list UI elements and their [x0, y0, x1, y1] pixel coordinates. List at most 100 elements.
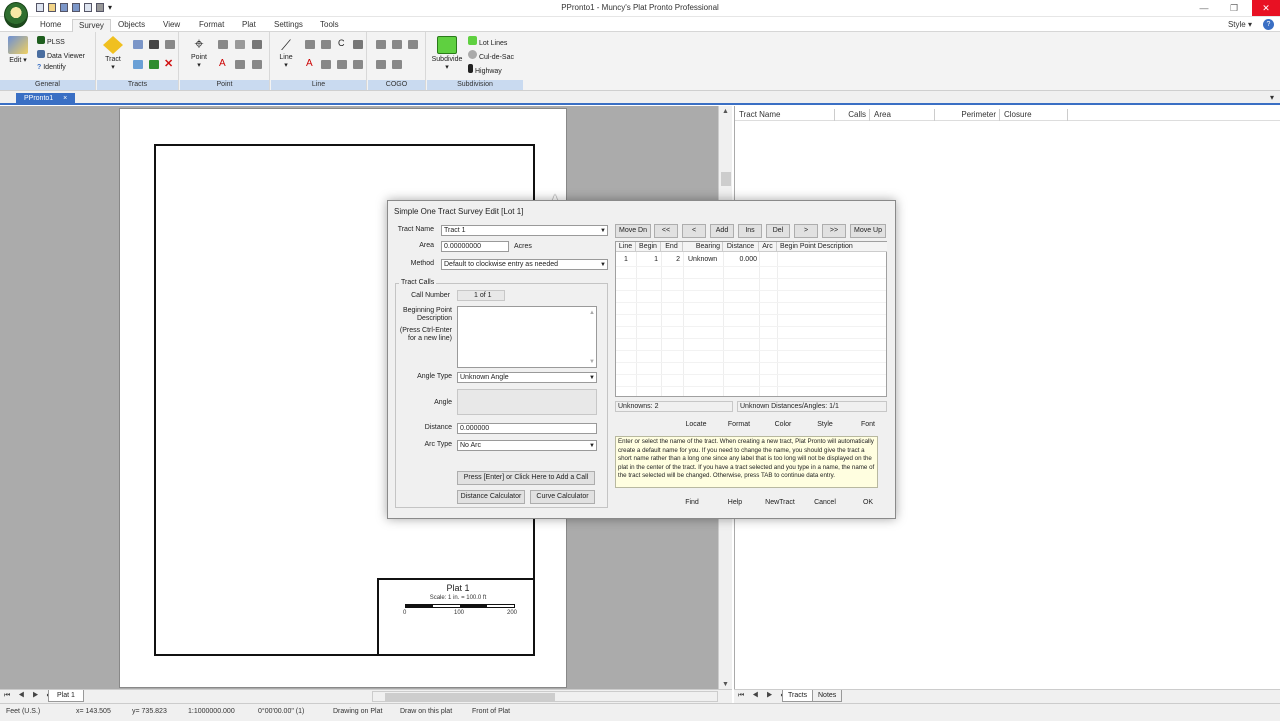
new-icon[interactable] — [36, 3, 44, 12]
grid-header-arc[interactable]: Arc — [759, 242, 777, 252]
tab-tools[interactable]: Tools — [314, 19, 345, 32]
chevron-down-icon[interactable]: ▼ — [600, 260, 606, 270]
delete-call-button[interactable]: Del — [766, 224, 790, 238]
calls-grid[interactable]: Line Begin End Bearing Distance Arc Begi… — [615, 241, 887, 397]
scroll-up-icon[interactable]: ▲ — [589, 308, 595, 318]
curve-calculator-button[interactable]: Curve Calculator — [530, 490, 595, 504]
tract-select-icon[interactable] — [149, 40, 159, 49]
canvas-horizontal-scrollbar[interactable] — [372, 691, 718, 702]
line-button[interactable]: ⟋ Line ▾ — [275, 36, 297, 69]
point-edit-icon[interactable] — [218, 40, 228, 49]
cogo-inverse-icon[interactable] — [392, 60, 402, 69]
save-as-icon[interactable] — [72, 3, 80, 12]
chevron-down-icon[interactable]: ▼ — [600, 226, 606, 236]
new-tract-button[interactable]: NewTract — [759, 496, 801, 510]
edit-button[interactable]: Edit ▾ — [8, 36, 28, 64]
tract-delete-icon[interactable]: ✕ — [164, 57, 173, 70]
move-up-button[interactable]: Move Up — [850, 224, 886, 238]
tab-tracts[interactable]: Tracts — [782, 690, 814, 702]
grid-header-end[interactable]: End — [661, 242, 683, 252]
next-call-button[interactable]: > — [794, 224, 818, 238]
grid-header-begin[interactable]: Begin — [636, 242, 661, 252]
line-dimension-icon[interactable] — [321, 60, 331, 69]
line-list-icon[interactable] — [353, 40, 363, 49]
tract-name-combobox[interactable]: Tract 1 ▼ — [441, 225, 608, 236]
tab-view[interactable]: View — [157, 19, 186, 32]
locate-button[interactable]: Locate — [678, 418, 714, 432]
add-call-button[interactable]: Press [Enter] or Click Here to Add a Cal… — [457, 471, 595, 485]
help-button[interactable]: Help — [717, 496, 753, 510]
tract-rotate-icon[interactable] — [133, 60, 143, 69]
move-down-button[interactable]: Move Dn — [615, 224, 651, 238]
column-area[interactable]: Area — [870, 109, 935, 121]
chevron-down-icon[interactable]: ▼ — [589, 441, 595, 451]
print-icon[interactable] — [96, 3, 104, 12]
angle-type-combobox[interactable]: Unknown Angle ▼ — [457, 372, 597, 383]
scroll-thumb[interactable] — [721, 172, 731, 186]
tab-home[interactable]: Home — [34, 19, 67, 32]
grid-header-line[interactable]: Line — [616, 242, 636, 252]
point-label-icon[interactable]: A — [219, 58, 226, 69]
document-tab[interactable]: PPronto1 × — [16, 93, 76, 105]
chevron-down-icon[interactable]: ▼ — [589, 373, 595, 383]
format-button[interactable]: Format — [721, 418, 757, 432]
cogo-curve-icon[interactable] — [376, 60, 386, 69]
cancel-button[interactable]: Cancel — [807, 496, 843, 510]
grid-header-distance[interactable]: Distance — [723, 242, 759, 252]
add-call-nav-button[interactable]: Add — [710, 224, 734, 238]
grid-header-description[interactable]: Begin Point Description — [777, 242, 887, 252]
column-closure[interactable]: Closure — [1000, 109, 1068, 121]
font-button[interactable]: Font — [850, 418, 886, 432]
grid-header-bearing[interactable]: Bearing — [683, 242, 723, 252]
arc-type-combobox[interactable]: No Arc ▼ — [457, 440, 597, 451]
cogo-offset-icon[interactable] — [392, 40, 402, 49]
tab-objects[interactable]: Objects — [112, 19, 151, 32]
tab-list-dropdown-icon[interactable]: ▾ — [1270, 93, 1274, 102]
scroll-down-icon[interactable]: ▼ — [722, 681, 729, 688]
ok-button[interactable]: OK — [851, 496, 885, 510]
tab-plat[interactable]: Plat — [236, 19, 262, 32]
tab-settings[interactable]: Settings — [268, 19, 309, 32]
distance-field[interactable]: 0.000000 — [457, 423, 597, 434]
scroll-down-icon[interactable]: ▼ — [589, 357, 595, 367]
close-tab-icon[interactable]: × — [63, 95, 67, 102]
beginning-point-description-textarea[interactable]: ▲ ▼ — [457, 306, 597, 368]
line-move-icon[interactable] — [321, 40, 331, 49]
tab-survey[interactable]: Survey — [72, 19, 111, 32]
print-preview-icon[interactable] — [84, 3, 92, 12]
lot-lines-button[interactable]: Lot Lines — [468, 36, 507, 47]
point-button[interactable]: ⌖ Point ▾ — [188, 36, 210, 69]
save-icon[interactable] — [60, 3, 68, 12]
minimize-button[interactable]: — — [1190, 0, 1218, 16]
tract-sort-icon[interactable] — [165, 40, 175, 49]
point-measure-icon[interactable] — [252, 60, 262, 69]
area-field[interactable]: 0.00000000 — [441, 241, 509, 252]
first-call-button[interactable]: << — [654, 224, 678, 238]
tract-add-icon[interactable] — [149, 60, 159, 69]
column-perimeter[interactable]: Perimeter — [935, 109, 1000, 121]
data-viewer-button[interactable]: Data Viewer — [37, 50, 85, 60]
restore-button[interactable]: ❐ — [1220, 0, 1248, 16]
color-button[interactable]: Color — [765, 418, 801, 432]
point-list-icon[interactable] — [252, 40, 262, 49]
column-tract-name[interactable]: Tract Name — [735, 109, 835, 121]
line-bearing-icon[interactable] — [353, 60, 363, 69]
column-calls[interactable]: Calls — [835, 109, 870, 121]
cul-de-sac-button[interactable]: Cul-de-Sac — [468, 50, 514, 61]
point-dimension-icon[interactable] — [235, 60, 245, 69]
line-edit-icon[interactable] — [305, 40, 315, 49]
style-button[interactable]: Style — [807, 418, 843, 432]
point-move-icon[interactable] — [235, 40, 245, 49]
style-menu[interactable]: Style ▾ — [1228, 20, 1252, 29]
line-label-icon[interactable]: A — [306, 58, 313, 69]
plss-button[interactable]: PLSS — [37, 36, 65, 46]
hscroll-thumb[interactable] — [385, 693, 555, 701]
app-logo-icon[interactable] — [4, 2, 28, 28]
cogo-traverse-icon[interactable] — [408, 40, 418, 49]
find-button[interactable]: Find — [674, 496, 710, 510]
cogo-intersect-icon[interactable] — [376, 40, 386, 49]
close-button[interactable]: ✕ — [1252, 0, 1280, 16]
insert-call-button[interactable]: Ins — [738, 224, 762, 238]
identify-button[interactable]: ? Identify — [37, 64, 66, 71]
tract-edit-icon[interactable] — [133, 40, 143, 49]
